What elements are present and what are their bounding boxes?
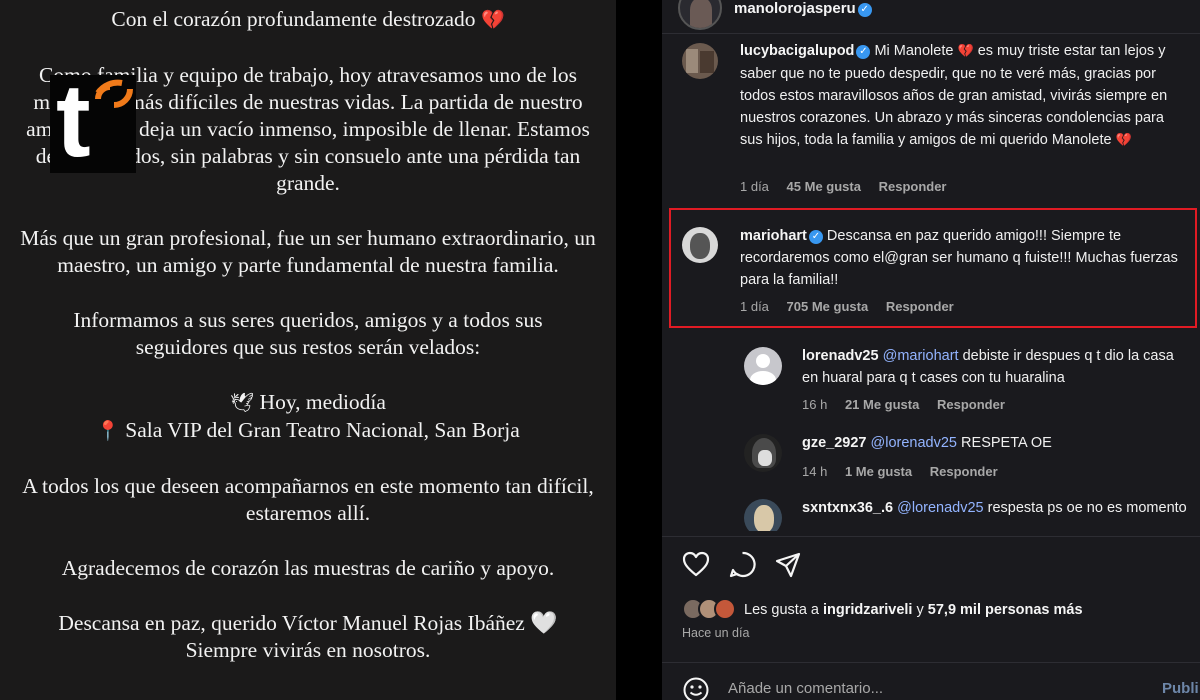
statement-paragraph-3: Informamos a sus seres queridos, amigos … (73, 308, 543, 359)
comment-likes[interactable]: 45 Me gusta (787, 179, 861, 194)
panel-gap (616, 0, 662, 700)
comment-time: 1 día (740, 299, 769, 314)
default-avatar-icon[interactable] (744, 347, 782, 385)
statement-paragraph-2: Más que un gran profesional, fue un ser … (20, 226, 596, 277)
likes-summary[interactable]: Les gusta a ingridzariveli y 57,9 mil pe… (744, 599, 1083, 621)
reply-likes[interactable]: 21 Me gusta (845, 397, 919, 412)
author-username[interactable]: manolorojasperu (734, 0, 856, 17)
statement-headline: Con el corazón profundamente destrozado (111, 7, 476, 31)
commenter-avatar[interactable] (682, 43, 718, 79)
likers-avatars[interactable] (682, 598, 742, 622)
post-time: Hace un día (682, 626, 750, 640)
comment-username[interactable]: mariohart (740, 228, 807, 244)
verified-badge-icon: ✓ (857, 3, 872, 17)
pink-heart-icon: 💔 (957, 44, 974, 59)
reply-text: respesta ps oe no es momento (987, 500, 1187, 516)
broken-heart-icon: 💔 (480, 9, 505, 31)
statement-paragraph-4: A todos los que deseen acompañarnos en e… (22, 474, 594, 525)
commenter-avatar[interactable] (744, 434, 782, 472)
verified-badge-icon: ✓ (856, 45, 871, 59)
comment-bubble-icon[interactable] (729, 551, 756, 578)
reply-text: RESPETA OE (961, 435, 1052, 451)
comment-input[interactable]: Añade un comentario... (728, 680, 883, 697)
wake-time: Hoy, mediodía (259, 390, 386, 414)
reply-mention[interactable]: @mariohart (883, 348, 959, 364)
reply-button[interactable]: Responder (930, 464, 998, 479)
publish-button[interactable]: Publi (1162, 680, 1199, 697)
reply-button[interactable]: Responder (886, 299, 954, 314)
reply-time: 16 h (802, 397, 828, 412)
author-avatar[interactable] (678, 0, 722, 30)
reply-username[interactable]: sxntxnx36_.6 (802, 500, 893, 516)
comment-time: 1 día (740, 179, 769, 194)
reply-username[interactable]: gze_2927 (802, 435, 867, 451)
pink-heart-icon: 💔 (1115, 133, 1132, 148)
header-divider (662, 33, 1200, 34)
reply-mention[interactable]: @lorenadv25 (897, 500, 983, 516)
likes-conj: y (916, 602, 924, 618)
instagram-comments-panel: manolorojasperu ✓ lucybacigalupod ✓ Mi Man… (662, 0, 1200, 700)
dove-icon: 🕊 (230, 392, 255, 414)
logo-wave-icon (95, 79, 133, 108)
comment-username[interactable]: lucybacigalupod (740, 43, 854, 59)
reply-item: lorenadv25 @mariohart debiste ir despues… (662, 345, 1200, 420)
reply-username[interactable]: lorenadv25 (802, 348, 879, 364)
verified-badge-icon: ✓ (808, 230, 823, 244)
actions-divider (662, 536, 1200, 537)
emoji-icon[interactable] (682, 676, 710, 700)
heart-outline-icon[interactable] (682, 551, 710, 577)
comment-box-divider (662, 662, 1200, 663)
comment-text-start: Mi Manolete (874, 43, 954, 59)
likes-prefix: Les gusta a (744, 602, 819, 618)
reply-button[interactable]: Responder (879, 179, 947, 194)
reply-button[interactable]: Responder (937, 397, 1005, 412)
statement-closing: Siempre vivirás en nosotros. (185, 638, 431, 662)
media-logo: t (50, 69, 136, 173)
statement-farewell: Descansa en paz, querido Víctor Manuel R… (58, 611, 525, 635)
wake-location: Sala VIP del Gran Teatro Nacional, San B… (125, 418, 520, 442)
logo-letter: t (56, 63, 91, 179)
statement-paragraph-5: Agradecemos de corazón las muestras de c… (61, 556, 555, 580)
white-heart-icon: 🤍 (530, 611, 558, 636)
reply-item: sxntxnx36_.6 @lorenadv25 respesta ps oe … (662, 497, 1200, 531)
reply-likes[interactable]: 1 Me gusta (845, 464, 912, 479)
reply-time: 14 h (802, 464, 828, 479)
reply-item: gze_2927 @lorenadv25 RESPETA OE 14 h 1 M… (662, 432, 1200, 487)
comment-item: mariohart ✓ Descansa en paz querido amigo… (662, 225, 1200, 320)
commenter-avatar[interactable] (682, 227, 718, 263)
share-send-icon[interactable] (775, 552, 801, 578)
reply-mention[interactable]: @lorenadv25 (871, 435, 957, 451)
likes-user[interactable]: ingridzariveli (823, 602, 912, 618)
comment-likes[interactable]: 705 Me gusta (787, 299, 869, 314)
comment-item: lucybacigalupod ✓ Mi Manolete 💔 es muy tr… (662, 40, 1200, 200)
location-pin-icon: 📍 (96, 420, 120, 442)
commenter-avatar[interactable] (744, 499, 782, 531)
post-header: manolorojasperu ✓ (662, 0, 1200, 34)
likes-count[interactable]: 57,9 mil personas más (928, 602, 1083, 618)
